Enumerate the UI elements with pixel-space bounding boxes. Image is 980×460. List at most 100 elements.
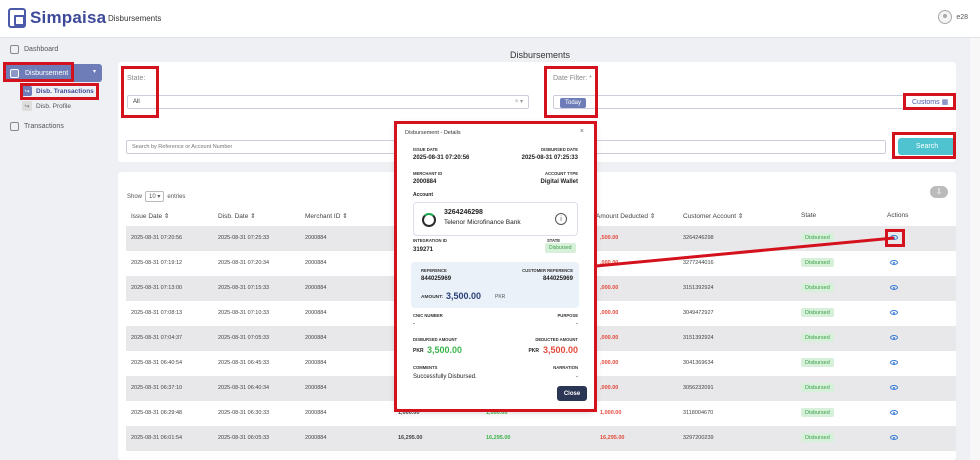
- th-label: Issue Date: [131, 213, 163, 220]
- cell-disb-date: 2025-08-31 07:10:33: [218, 310, 270, 316]
- status-badge: Disbursed: [801, 358, 834, 367]
- cell-deducted: 1,000.00: [600, 410, 622, 416]
- th-label: State: [801, 212, 817, 219]
- logo-icon: [8, 8, 26, 28]
- highlight-modal: [394, 121, 597, 412]
- state-select[interactable]: All × ▾: [127, 95, 529, 109]
- cell-deducted: ,000.00: [600, 310, 619, 316]
- status-badge: Disbursed: [801, 233, 834, 242]
- eye-icon[interactable]: [890, 360, 898, 365]
- scrollbar[interactable]: [970, 38, 980, 460]
- th-label: Merchant ID: [305, 213, 341, 220]
- show-label: Show: [127, 193, 143, 200]
- th-disb-date[interactable]: Disb. Date ⇕: [218, 212, 256, 220]
- cell-merchant-id: 2000884: [305, 385, 327, 391]
- cell-disb-date: 2025-08-31 06:40:34: [218, 385, 270, 391]
- cell-issue-date: 2025-08-31 06:01:54: [131, 435, 183, 441]
- th-customer-account[interactable]: Customer Account ⇕: [683, 212, 743, 220]
- transactions-icon: [10, 122, 19, 131]
- cell-amount: 16,295.00: [398, 435, 423, 441]
- cell-deducted: ,000.00: [600, 335, 619, 341]
- avatar-icon: [938, 10, 953, 24]
- th-actions: Actions: [887, 212, 908, 219]
- th-merchant-id[interactable]: Merchant ID ⇕: [305, 212, 348, 220]
- cell-deducted: ,500.00: [600, 235, 619, 241]
- cell-issue-date: 2025-08-31 07:04:37: [131, 335, 183, 341]
- cell-issue-date: 2025-08-31 07:20:56: [131, 235, 183, 241]
- highlight-date-filter: [544, 66, 598, 118]
- th-label: Actions: [887, 212, 909, 219]
- th-amount-deducted[interactable]: Amount Deducted ⇕: [596, 212, 655, 220]
- cell-issue-date: 2025-08-31 07:08:13: [131, 310, 183, 316]
- status-badge: Disbursed: [801, 258, 834, 267]
- entries-label: entries: [167, 193, 186, 200]
- cell-merchant-id: 2000884: [305, 335, 327, 341]
- cell-customer-account: 3277244016: [683, 260, 714, 266]
- eye-icon[interactable]: [890, 385, 898, 390]
- cell-deducted: ,000.00: [600, 285, 619, 291]
- cell-merchant-id: 2000884: [305, 260, 327, 266]
- cell-customer-account: 3297200239: [683, 435, 714, 441]
- status-badge: Disbursed: [801, 308, 834, 317]
- cloud-download-icon[interactable]: ⇩: [930, 186, 948, 198]
- eye-icon[interactable]: [890, 285, 898, 290]
- cell-disb-date: 2025-08-31 06:45:33: [218, 360, 270, 366]
- status-badge: Disbursed: [801, 283, 834, 292]
- logo-text: Simpaisa: [30, 8, 107, 27]
- chevron-down-icon: ▾: [92, 69, 96, 75]
- eye-icon[interactable]: [890, 335, 898, 340]
- cell-deducted: ,000.00: [600, 260, 619, 266]
- eye-icon[interactable]: [890, 435, 898, 440]
- page-size-select[interactable]: 10 ▾: [145, 191, 165, 202]
- cell-deducted: ,000.00: [600, 360, 619, 366]
- status-badge: Disbursed: [801, 433, 834, 442]
- highlight-state-filter: [121, 66, 159, 118]
- eye-icon[interactable]: [890, 310, 898, 315]
- status-badge: Disbursed: [801, 408, 834, 417]
- arrow-icon: ↪: [22, 101, 32, 111]
- cell-customer-account: 3264246298: [683, 235, 714, 241]
- user-menu[interactable]: e28: [938, 10, 968, 24]
- th-label: Disb. Date: [218, 213, 249, 220]
- eye-icon[interactable]: [890, 410, 898, 415]
- cell-merchant-id: 2000884: [305, 235, 327, 241]
- topbar-title: Disbursements: [108, 14, 162, 23]
- cell-disb-date: 2025-08-31 07:05:33: [218, 335, 270, 341]
- highlight-customs: [903, 93, 956, 110]
- sidebar-item-label: Transactions: [24, 123, 64, 130]
- date-filter-field[interactable]: [553, 95, 955, 109]
- cell-merchant-id: 2000884: [305, 285, 327, 291]
- table-row[interactable]: 2025-08-31 06:01:54 2025-08-31 06:05:33 20…: [126, 426, 956, 451]
- cell-customer-account: 3049472927: [683, 310, 714, 316]
- highlight-disb-transactions: [20, 83, 99, 100]
- cell-issue-date: 2025-08-31 06:29:48: [131, 410, 183, 416]
- th-label: Customer Account: [683, 213, 737, 220]
- cell-deducted: ,000.00: [600, 385, 619, 391]
- highlight-search: [892, 132, 956, 159]
- page-size-value: 10: [149, 194, 156, 200]
- eye-icon[interactable]: [890, 260, 898, 265]
- page-title: Disbursements: [509, 50, 571, 60]
- cell-disb-date: 2025-08-31 07:20:34: [218, 260, 270, 266]
- cell-merchant-id: 2000884: [305, 360, 327, 366]
- th-issue-date[interactable]: Issue Date ⇕: [131, 212, 169, 220]
- cell-customer-account: 3151392924: [683, 285, 714, 291]
- cell-deducted: 16,295.00: [600, 435, 625, 441]
- page-size-control: Show 10 ▾ entries: [127, 191, 185, 202]
- cell-merchant-id: 2000884: [305, 410, 327, 416]
- cell-customer-account: 3056232091: [683, 385, 714, 391]
- cell-disb-date: 2025-08-31 07:25:33: [218, 235, 270, 241]
- logo[interactable]: Simpaisa: [8, 8, 106, 28]
- sidebar-subitem-disb-profile[interactable]: ↪ Disb. Profile: [22, 101, 71, 111]
- status-badge: Disbursed: [801, 333, 834, 342]
- sidebar-item-transactions[interactable]: Transactions: [10, 122, 64, 131]
- cell-disb-date: 2025-08-31 06:30:33: [218, 410, 270, 416]
- cell-merchant-id: 2000884: [305, 435, 327, 441]
- cell-issue-date: 2025-08-31 07:13:00: [131, 285, 183, 291]
- th-state[interactable]: State: [801, 212, 816, 219]
- status-badge: Disbursed: [801, 383, 834, 392]
- th-label: Amount Deducted: [596, 213, 649, 220]
- highlight-disbursement: [3, 62, 74, 82]
- cell-issue-date: 2025-08-31 07:19:12: [131, 260, 183, 266]
- user-name: e28: [956, 13, 968, 21]
